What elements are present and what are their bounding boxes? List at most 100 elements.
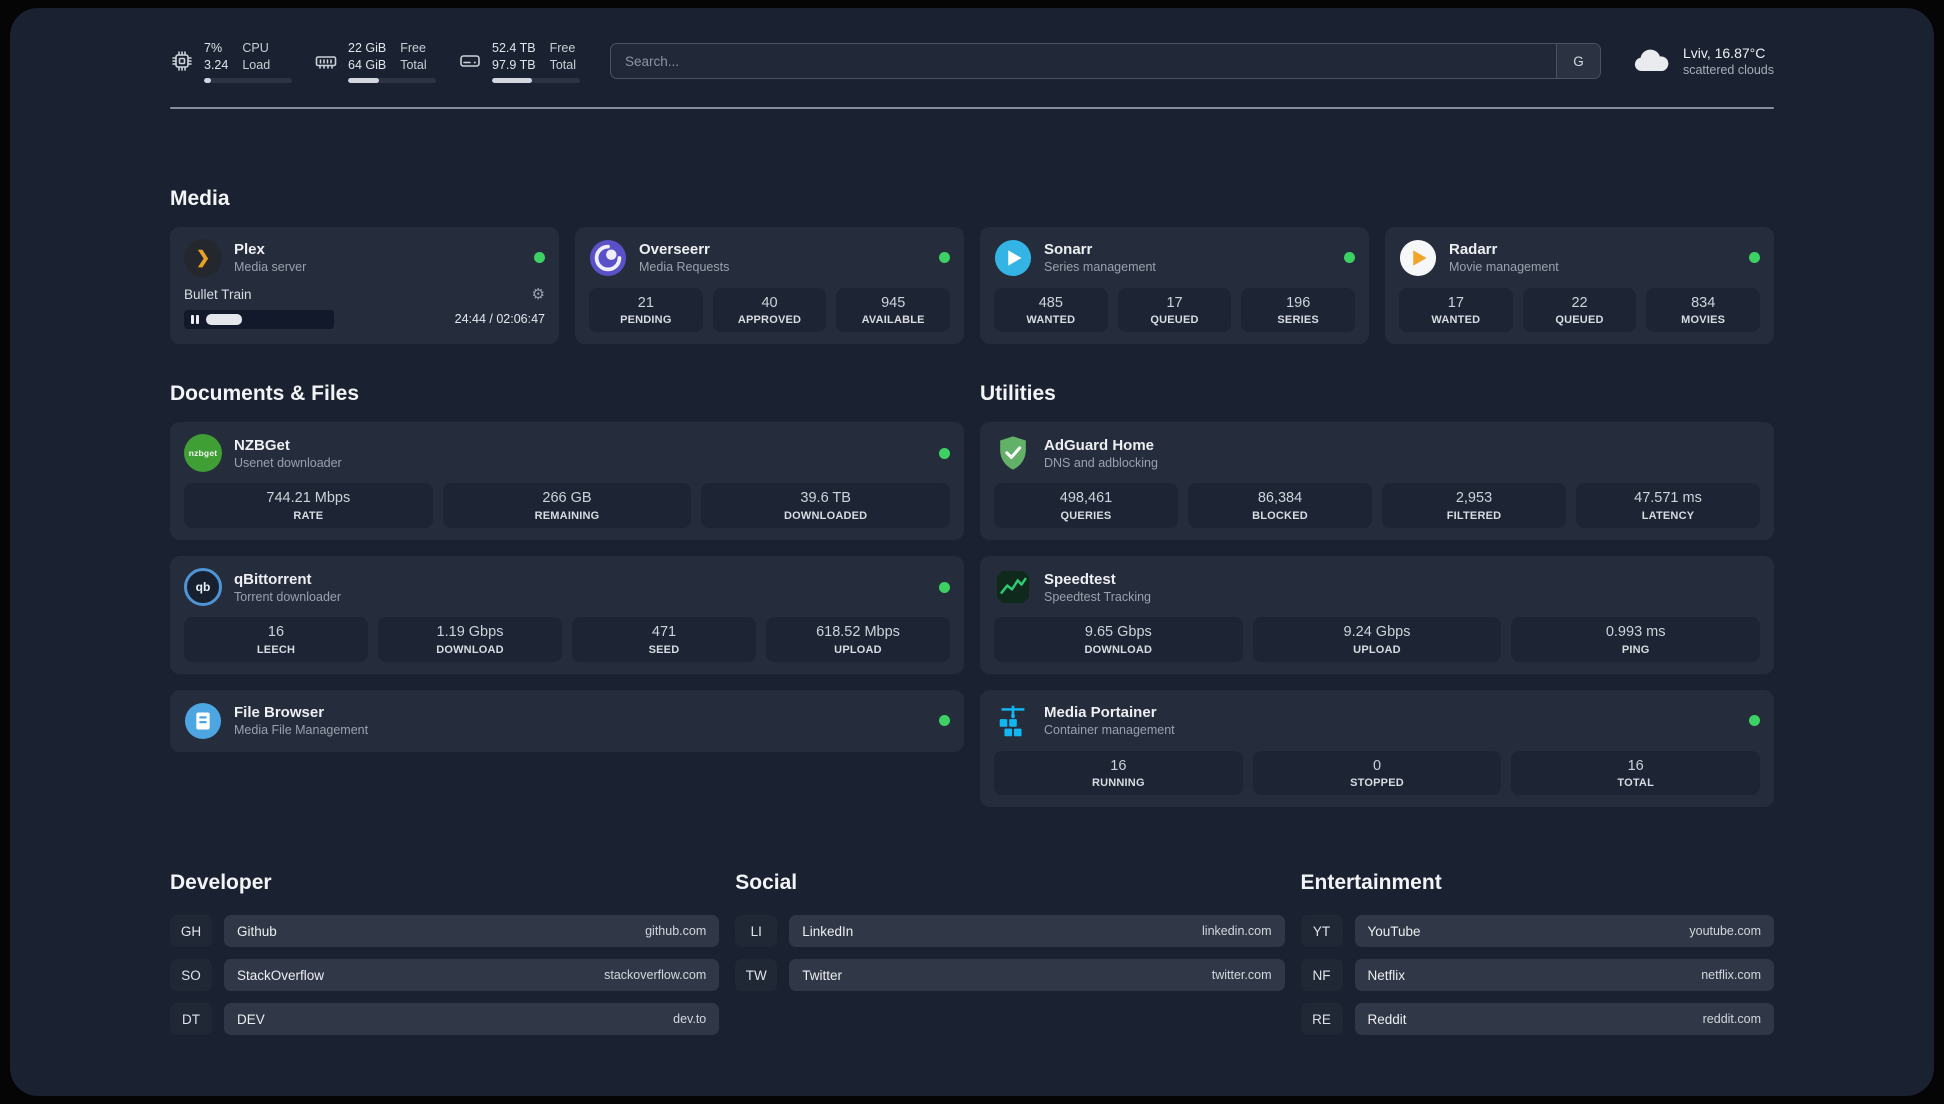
stat-blocked: 86,384 BLOCKED xyxy=(1188,483,1372,529)
radarr-title: Radarr xyxy=(1449,241,1498,259)
stat-value: 0 xyxy=(1372,757,1382,774)
bookmark-url: linkedin.com xyxy=(1202,924,1272,939)
bookmark-link-github[interactable]: Github github.com xyxy=(224,915,720,948)
card-header: Sonarr Series management xyxy=(994,239,1355,277)
stat-value: 834 xyxy=(1691,294,1716,311)
qbittorrent-card[interactable]: qb qBittorrent Torrent downloader 16 LEE… xyxy=(170,556,964,674)
card-titles: qBittorrent Torrent downloader xyxy=(234,571,341,604)
bookmark-name: LinkedIn xyxy=(802,923,854,939)
adguard-title: AdGuard Home xyxy=(1044,436,1155,454)
bookmark-link-stackoverflow[interactable]: StackOverflow stackoverflow.com xyxy=(224,959,720,992)
card-header: File Browser Media File Management xyxy=(184,702,950,740)
card-titles: Plex Media server xyxy=(234,241,306,274)
adguard-subtitle: DNS and adblocking xyxy=(1044,455,1158,470)
nzbget-icon: nzbget xyxy=(184,434,222,473)
radarr-status-dot xyxy=(1749,252,1760,264)
plex-now-playing-row: Bullet Train ⚙ xyxy=(184,287,545,302)
disk-total-label: Total xyxy=(549,57,576,72)
speedtest-card[interactable]: Speedtest Speedtest Tracking 9.65 Gbps D… xyxy=(980,556,1774,674)
stat-download: 1.19 Gbps DOWNLOAD xyxy=(378,617,562,662)
sonarr-card[interactable]: Sonarr Series management 485 WANTED 17 Q… xyxy=(980,226,1369,345)
bookmark-row-dev: DT DEV dev.to xyxy=(170,1003,720,1036)
stat-label: QUEUED xyxy=(1555,314,1604,327)
pause-icon[interactable] xyxy=(191,314,199,324)
card-titles: NZBGet Usenet downloader xyxy=(234,437,342,470)
gear-icon[interactable]: ⚙ xyxy=(532,287,545,302)
stat-label: PING xyxy=(1621,643,1650,656)
bookmark-link-dev[interactable]: DEV dev.to xyxy=(224,1003,720,1036)
memory-total-value: 64 GiB xyxy=(348,57,387,72)
sonarr-title: Sonarr xyxy=(1044,241,1093,259)
topbar-divider xyxy=(170,106,1774,109)
stat-rate: 744.21 Mbps RATE xyxy=(184,483,433,529)
plex-icon: ❯ xyxy=(184,238,222,277)
stat-ping: 0.993 ms PING xyxy=(1511,617,1761,662)
stat-label: LATENCY xyxy=(1641,510,1695,523)
portainer-card[interactable]: Media Portainer Container management 16 … xyxy=(980,689,1774,808)
bookmark-abbr: YT xyxy=(1300,915,1343,948)
bookmark-link-reddit[interactable]: Reddit reddit.com xyxy=(1354,1003,1774,1036)
radarr-card[interactable]: Radarr Movie management 17 WANTED 22 QUE… xyxy=(1385,226,1774,345)
sonarr-status-dot xyxy=(1344,252,1355,264)
stat-value: 945 xyxy=(881,294,906,311)
stat-queued: 22 QUEUED xyxy=(1522,287,1637,333)
filebrowser-card[interactable]: File Browser Media File Management xyxy=(170,689,964,752)
stat-leech: 16 LEECH xyxy=(184,617,368,662)
plex-subtitle: Media server xyxy=(234,260,307,275)
bookmark-name: StackOverflow xyxy=(237,967,325,983)
bookmark-abbr: SO xyxy=(170,959,212,992)
disk-total-value: 97.9 TB xyxy=(492,57,536,72)
stat-label: STOPPED xyxy=(1350,777,1404,790)
overseerr-icon xyxy=(589,239,627,277)
bookmark-abbr: RE xyxy=(1300,1003,1343,1036)
bookmark-url: youtube.com xyxy=(1689,924,1761,939)
stat-latency: 47.571 ms LATENCY xyxy=(1576,483,1760,529)
bookmark-link-twitter[interactable]: Twitter twitter.com xyxy=(789,959,1285,992)
stat-value: 196 xyxy=(1286,294,1311,311)
memory-metric-cols: 22 GiB 64 GiB Free Total xyxy=(348,40,436,74)
stat-label: RATE xyxy=(293,510,324,523)
plex-seek-bar[interactable] xyxy=(184,309,334,329)
search-engine-button[interactable]: G xyxy=(1555,44,1600,79)
bookmark-url: twitter.com xyxy=(1211,968,1272,983)
bookmark-url: stackoverflow.com xyxy=(604,968,707,983)
adguard-icon xyxy=(994,434,1032,472)
topbar: 7% 3.24 CPU Load 22 GiB 64 GiB Free Tota… xyxy=(170,40,1774,83)
stat-upload: 9.24 Gbps UPLOAD xyxy=(1252,617,1502,662)
stat-value: 39.6 TB xyxy=(800,490,851,507)
memory-labels: Free Total xyxy=(400,40,426,74)
nzbget-card[interactable]: nzbget NZBGet Usenet downloader 744.21 M… xyxy=(170,422,964,541)
stat-series: 196 SERIES xyxy=(1241,287,1356,333)
bookmark-link-youtube[interactable]: YouTube youtube.com xyxy=(1354,915,1774,948)
bookmark-name: Netflix xyxy=(1367,967,1406,983)
card-titles: Overseerr Media Requests xyxy=(639,241,729,274)
bookmark-row-linkedin: LI LinkedIn linkedin.com xyxy=(735,915,1285,948)
disk-meter xyxy=(492,77,580,83)
bookmark-name: Reddit xyxy=(1367,1011,1407,1027)
speedtest-title: Speedtest xyxy=(1044,570,1116,588)
cpu-labels: CPU Load xyxy=(242,40,270,74)
cpu-load-label: Load xyxy=(242,57,271,72)
overseerr-stats: 21 PENDING 40 APPROVED 945 AVAILABLE xyxy=(589,287,951,333)
stat-label: UPLOAD xyxy=(1353,643,1401,656)
bookmark-link-linkedin[interactable]: LinkedIn linkedin.com xyxy=(789,915,1285,948)
search-input[interactable] xyxy=(611,44,1556,79)
bookmark-link-netflix[interactable]: Netflix netflix.com xyxy=(1354,959,1774,992)
documents-column: Documents & Files nzbget NZBGet Usenet d… xyxy=(170,382,964,752)
plex-title: Plex xyxy=(234,241,265,259)
stat-label: UPLOAD xyxy=(834,643,882,656)
nzbget-title: NZBGet xyxy=(234,436,290,454)
stat-remaining: 266 GB REMAINING xyxy=(442,483,692,529)
stat-download: 9.65 Gbps DOWNLOAD xyxy=(994,617,1243,662)
stat-label: WANTED xyxy=(1431,314,1481,327)
memory-meter xyxy=(348,77,436,83)
plex-card[interactable]: ❯ Plex Media server Bullet Train ⚙ 24:44… xyxy=(170,226,559,345)
stat-running: 16 RUNNING xyxy=(994,750,1243,796)
adguard-card[interactable]: AdGuard Home DNS and adblocking 498,461 … xyxy=(980,422,1774,541)
memory-meter-fill xyxy=(348,77,379,83)
stat-value: 498,461 xyxy=(1059,490,1113,507)
overseerr-card[interactable]: Overseerr Media Requests 21 PENDING 40 A… xyxy=(575,226,964,345)
stat-value: 9.65 Gbps xyxy=(1084,624,1152,641)
stat-value: 17 xyxy=(1166,294,1183,311)
stat-value: 266 GB xyxy=(542,490,592,507)
